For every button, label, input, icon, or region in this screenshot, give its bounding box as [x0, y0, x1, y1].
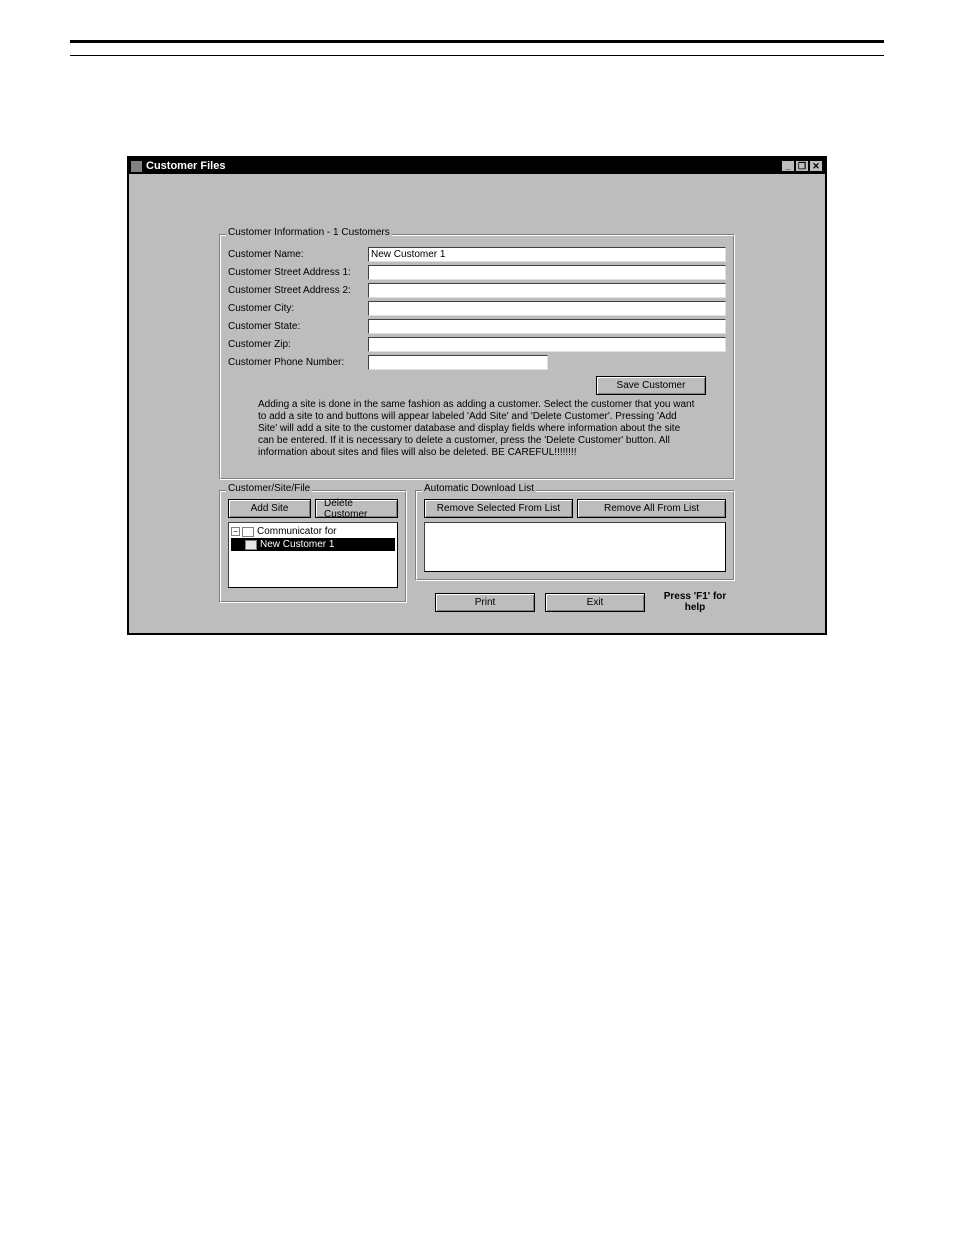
tree-child-row[interactable]: New Customer 1	[231, 538, 395, 551]
tree-root-row[interactable]: − Communicator for	[231, 525, 395, 538]
folder-closed-icon	[242, 527, 254, 537]
customer-zip-input[interactable]	[368, 337, 726, 352]
label-address1: Customer Street Address 1:	[228, 267, 368, 278]
customer-files-window: Customer Files _ ❐ ✕ Customer Informatio…	[127, 156, 827, 635]
print-button[interactable]: Print	[435, 593, 535, 612]
customer-address1-input[interactable]	[368, 265, 726, 280]
footer-row: Print Exit Press 'F1' for help	[415, 591, 735, 613]
save-customer-button[interactable]: Save Customer	[596, 376, 706, 395]
customer-site-file-group: Customer/Site/File Add Site Delete Custo…	[219, 490, 407, 603]
csf-group-title: Customer/Site/File	[226, 483, 312, 494]
customer-address2-input[interactable]	[368, 283, 726, 298]
window-control-buttons: _ ❐ ✕	[781, 160, 823, 172]
folder-open-icon	[245, 540, 257, 550]
tree-child-label: New Customer 1	[260, 539, 334, 550]
remove-all-button[interactable]: Remove All From List	[577, 499, 726, 518]
help-text: Adding a site is done in the same fashio…	[228, 395, 726, 471]
app-icon	[131, 161, 142, 172]
adl-group-title: Automatic Download List	[422, 483, 536, 494]
automatic-download-list-group: Automatic Download List Remove Selected …	[415, 490, 735, 613]
maximize-button[interactable]: ❐	[795, 160, 809, 172]
label-city: Customer City:	[228, 303, 368, 314]
download-listbox[interactable]	[424, 522, 726, 572]
customer-state-input[interactable]	[368, 319, 726, 334]
label-zip: Customer Zip:	[228, 339, 368, 350]
customer-information-group: Customer Information - 1 Customers Custo…	[219, 234, 735, 480]
customer-info-group-title: Customer Information - 1 Customers	[226, 227, 392, 238]
delete-customer-button[interactable]: Delete Customer	[315, 499, 398, 518]
label-phone: Customer Phone Number:	[228, 357, 368, 368]
window-title: Customer Files	[146, 160, 781, 172]
titlebar: Customer Files _ ❐ ✕	[129, 158, 825, 174]
label-customer-name: Customer Name:	[228, 249, 368, 260]
tree-root-label: Communicator for	[257, 526, 336, 537]
f1-help-hint: Press 'F1' for help	[655, 591, 735, 613]
add-site-button[interactable]: Add Site	[228, 499, 311, 518]
customer-phone-input[interactable]	[368, 355, 548, 370]
customer-name-input[interactable]	[368, 247, 726, 262]
label-state: Customer State:	[228, 321, 368, 332]
close-button[interactable]: ✕	[809, 160, 823, 172]
minimize-button[interactable]: _	[781, 160, 795, 172]
label-address2: Customer Street Address 2:	[228, 285, 368, 296]
customer-tree[interactable]: − Communicator for New Customer 1	[228, 522, 398, 588]
remove-selected-button[interactable]: Remove Selected From List	[424, 499, 573, 518]
tree-collapse-icon[interactable]: −	[231, 527, 240, 536]
exit-button[interactable]: Exit	[545, 593, 645, 612]
customer-city-input[interactable]	[368, 301, 726, 316]
